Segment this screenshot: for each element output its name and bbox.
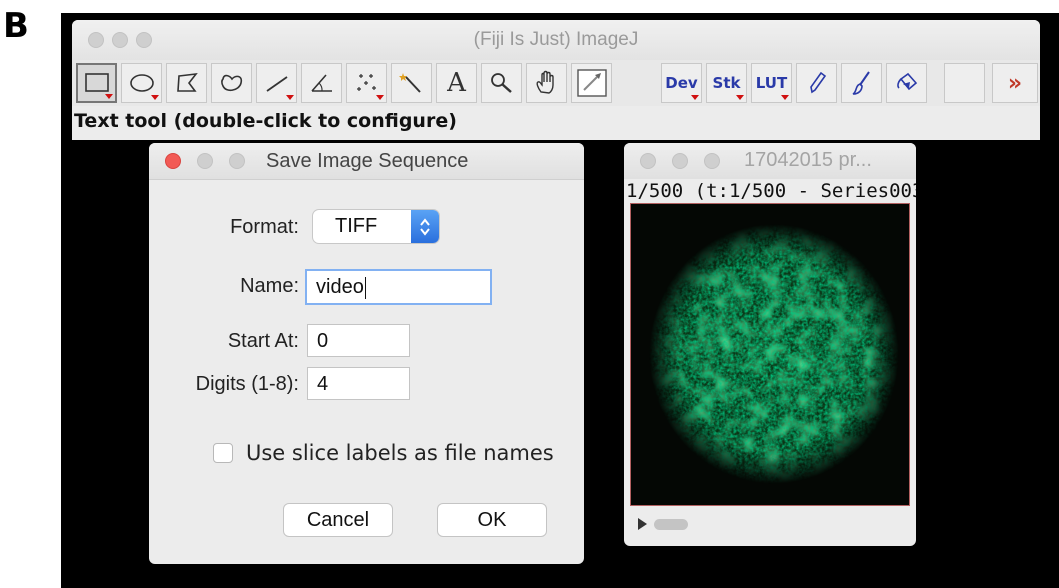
slider-thumb[interactable] bbox=[654, 519, 688, 530]
more-tools[interactable]: » bbox=[992, 63, 1038, 103]
magnifier-tool[interactable] bbox=[481, 63, 522, 103]
multipoint-tool[interactable] bbox=[346, 63, 387, 103]
empty-tool-slot[interactable] bbox=[944, 63, 985, 103]
angle-tool[interactable] bbox=[301, 63, 342, 103]
lut-menu-icon: LUT bbox=[755, 74, 788, 92]
multipoint-icon bbox=[356, 74, 376, 91]
image-window: 17042015 pr... 1/500 (t:1/500 - Series00… bbox=[624, 143, 916, 546]
image-zoom-button[interactable] bbox=[704, 153, 720, 169]
line-tool[interactable] bbox=[256, 63, 297, 103]
format-select-value: TIFF bbox=[335, 215, 378, 237]
digits-value: 4 bbox=[317, 373, 329, 395]
start-at-field[interactable]: 0 bbox=[307, 324, 410, 357]
pencil-icon bbox=[809, 71, 826, 94]
bucket-icon bbox=[896, 72, 917, 91]
pencil-tool[interactable] bbox=[796, 63, 837, 103]
toolbar: A Dev Stk LUT » bbox=[72, 60, 1040, 106]
wand-icon bbox=[398, 73, 421, 93]
format-label: Format: bbox=[230, 216, 299, 238]
hand-icon bbox=[536, 70, 554, 94]
oval-icon bbox=[129, 74, 154, 92]
cancel-button[interactable]: Cancel bbox=[283, 503, 393, 537]
dev-menu-icon: Dev bbox=[665, 74, 698, 92]
format-select[interactable]: TIFF bbox=[313, 210, 439, 243]
flood-fill-tool[interactable] bbox=[886, 63, 927, 103]
image-minimize-button[interactable] bbox=[672, 153, 688, 169]
stk-menu-tool[interactable]: Stk bbox=[706, 63, 747, 103]
slice-labels-checkbox[interactable] bbox=[213, 443, 233, 463]
dialog-close-button[interactable] bbox=[165, 153, 181, 169]
microscopy-image[interactable] bbox=[630, 203, 910, 506]
color-picker-tool[interactable] bbox=[571, 63, 612, 103]
play-icon[interactable] bbox=[638, 518, 647, 530]
polygon-tool[interactable] bbox=[166, 63, 207, 103]
stk-menu-icon: Stk bbox=[712, 74, 741, 92]
dialog-minimize-button[interactable] bbox=[197, 153, 213, 169]
dropper-icon bbox=[576, 69, 607, 97]
save-image-sequence-dialog: Save Image Sequence Format: TIFF Name: v… bbox=[149, 143, 584, 564]
imagej-main-window: (Fiji Is Just) ImageJ A Dev Stk LUT » Te… bbox=[72, 20, 1040, 140]
brush-tool[interactable] bbox=[841, 63, 882, 103]
line-icon bbox=[265, 76, 288, 92]
text-icon: A bbox=[447, 68, 466, 98]
status-bar-text: Text tool (double-click to configure) bbox=[74, 110, 457, 132]
main-window-title: (Fiji Is Just) ImageJ bbox=[473, 29, 639, 50]
double-chevron-right-icon: » bbox=[1007, 70, 1023, 96]
hand-tool[interactable] bbox=[526, 63, 567, 103]
start-at-value: 0 bbox=[317, 330, 329, 352]
image-close-button[interactable] bbox=[640, 153, 656, 169]
image-window-titlebar[interactable]: 17042015 pr... bbox=[624, 143, 916, 179]
wand-tool[interactable] bbox=[391, 63, 432, 103]
freehand-icon bbox=[220, 74, 242, 92]
rectangle-tool[interactable] bbox=[76, 63, 117, 103]
dialog-title: Save Image Sequence bbox=[266, 150, 469, 172]
dev-menu-tool[interactable]: Dev bbox=[661, 63, 702, 103]
freehand-tool[interactable] bbox=[211, 63, 252, 103]
main-window-titlebar[interactable]: (Fiji Is Just) ImageJ bbox=[72, 20, 1040, 60]
start-at-label: Start At: bbox=[227, 330, 299, 352]
name-field-value: video bbox=[316, 276, 364, 298]
panel-label: B bbox=[3, 6, 29, 46]
polygon-icon bbox=[176, 72, 198, 92]
name-label: Name: bbox=[240, 275, 299, 297]
stack-slider[interactable] bbox=[630, 513, 910, 535]
fluorescence-image bbox=[631, 204, 909, 505]
brush-icon bbox=[852, 71, 870, 95]
name-field[interactable]: video bbox=[305, 269, 492, 305]
rectangle-icon bbox=[84, 73, 109, 92]
updown-chevron-icon bbox=[411, 210, 439, 243]
text-tool[interactable]: A bbox=[436, 63, 477, 103]
ok-button[interactable]: OK bbox=[437, 503, 547, 537]
dialog-titlebar[interactable]: Save Image Sequence bbox=[149, 143, 584, 180]
lut-menu-tool[interactable]: LUT bbox=[751, 63, 792, 103]
magnifier-icon bbox=[490, 73, 512, 93]
dialog-zoom-button[interactable] bbox=[229, 153, 245, 169]
slice-labels-checkbox-label[interactable]: Use slice labels as file names bbox=[246, 441, 554, 465]
image-info-line: 1/500 (t:1/500 - Series003 bbox=[626, 180, 916, 202]
digits-field[interactable]: 4 bbox=[307, 367, 410, 400]
digits-label: Digits (1-8): bbox=[195, 373, 299, 395]
oval-tool[interactable] bbox=[121, 63, 162, 103]
image-window-title: 17042015 pr... bbox=[744, 149, 872, 171]
angle-icon bbox=[310, 74, 332, 92]
